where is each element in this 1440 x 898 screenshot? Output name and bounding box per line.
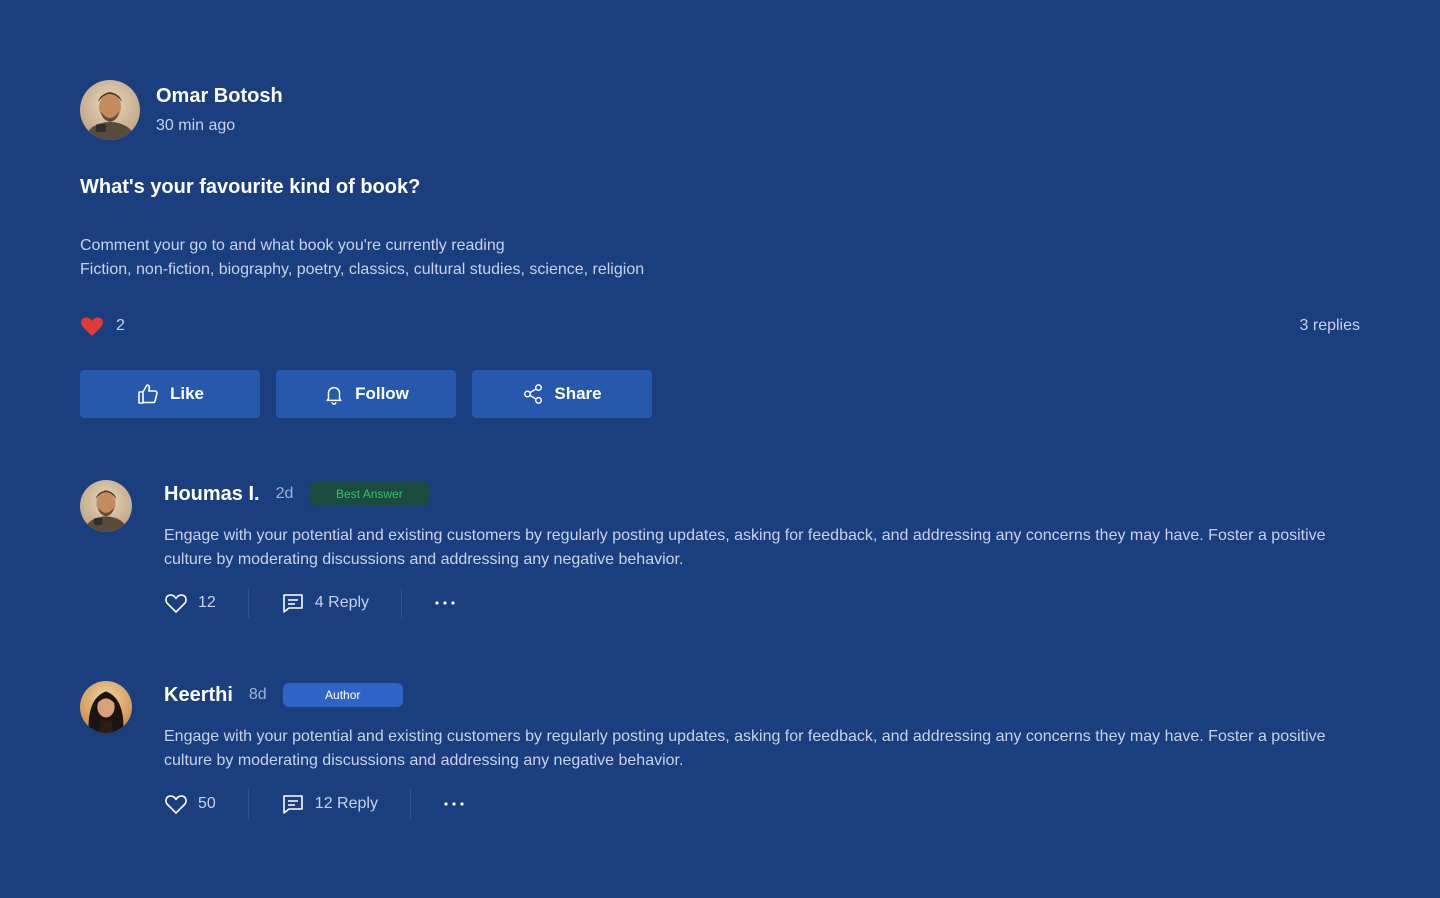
comment-reply-button[interactable]: 12 Reply bbox=[281, 793, 378, 815]
share-button-label: Share bbox=[554, 384, 602, 403]
comment-author-name[interactable]: Houmas I. bbox=[164, 483, 260, 506]
avatar[interactable] bbox=[80, 80, 140, 140]
comment-icon bbox=[282, 795, 303, 814]
follow-button[interactable]: Follow bbox=[276, 370, 456, 418]
avatar[interactable] bbox=[80, 480, 132, 532]
more-horizontal-icon bbox=[435, 601, 455, 605]
bell-icon bbox=[326, 386, 342, 405]
post-body-line: Fiction, non-fiction, biography, poetry,… bbox=[80, 261, 645, 278]
post-timestamp: 30 min ago bbox=[156, 117, 236, 134]
thumbs-up-icon bbox=[138, 384, 158, 404]
more-horizontal-icon bbox=[444, 802, 464, 806]
post-author-row: Omar Botosh 30 min ago bbox=[80, 80, 1360, 140]
divider bbox=[247, 789, 249, 819]
author-badge: Author bbox=[282, 683, 403, 707]
avatar[interactable] bbox=[80, 681, 132, 733]
comment-age: 8d bbox=[248, 686, 267, 703]
post-replies-count[interactable]: 3 replies bbox=[1300, 317, 1360, 335]
post-author-name[interactable]: Omar Botosh bbox=[156, 83, 283, 109]
post-card: Omar Botosh 30 min ago What's your favou… bbox=[80, 80, 1360, 418]
comment-like-button[interactable]: 50 bbox=[164, 793, 216, 815]
post-body-line: Comment your go to and what book you're … bbox=[80, 237, 505, 254]
like-button-label: Like bbox=[169, 384, 205, 403]
heart-outline-icon bbox=[165, 795, 187, 814]
comment-actions: 50 12 Reply bbox=[164, 789, 1360, 819]
comment-text: Engage with your potential and existing … bbox=[164, 527, 1326, 568]
post-stats: 2 3 replies bbox=[80, 314, 1360, 338]
comment-age: 2d bbox=[275, 485, 294, 502]
post-likes: 2 bbox=[80, 315, 125, 337]
like-button[interactable]: Like bbox=[80, 370, 260, 418]
post-body: Comment your go to and what book you're … bbox=[80, 234, 1360, 282]
comment-reply-label: 4 Reply bbox=[314, 594, 370, 611]
post-likes-count: 2 bbox=[116, 317, 125, 334]
post-title: What's your favourite kind of book? bbox=[80, 176, 421, 198]
divider bbox=[401, 588, 403, 618]
comment-like-count: 50 bbox=[198, 795, 216, 812]
comment-like-button[interactable]: 12 bbox=[164, 592, 216, 614]
comment-reply-button[interactable]: 4 Reply bbox=[281, 592, 369, 614]
share-button[interactable]: Share bbox=[472, 370, 652, 418]
comment-reply-label: 12 Reply bbox=[314, 795, 378, 812]
comment-actions: 12 4 Reply bbox=[164, 588, 1360, 618]
comment: Keerthi 8d Author Engage with your poten… bbox=[80, 681, 1360, 819]
best-answer-badge: Best Answer bbox=[309, 482, 430, 506]
more-options-button[interactable] bbox=[443, 801, 465, 807]
heart-outline-icon bbox=[165, 594, 187, 613]
comment-text: Engage with your potential and existing … bbox=[164, 728, 1326, 769]
follow-button-label: Follow bbox=[355, 384, 409, 403]
comment-author-name[interactable]: Keerthi bbox=[164, 684, 233, 707]
comment: Houmas I. 2d Best Answer Engage with you… bbox=[80, 480, 1360, 618]
post-actions: Like Follow Share bbox=[80, 370, 1360, 418]
comment-icon bbox=[282, 594, 303, 613]
comment-like-count: 12 bbox=[198, 594, 216, 611]
heart-filled-icon bbox=[81, 317, 103, 336]
more-options-button[interactable] bbox=[434, 600, 456, 606]
share-icon bbox=[524, 384, 543, 404]
divider bbox=[247, 588, 249, 618]
divider bbox=[409, 789, 411, 819]
